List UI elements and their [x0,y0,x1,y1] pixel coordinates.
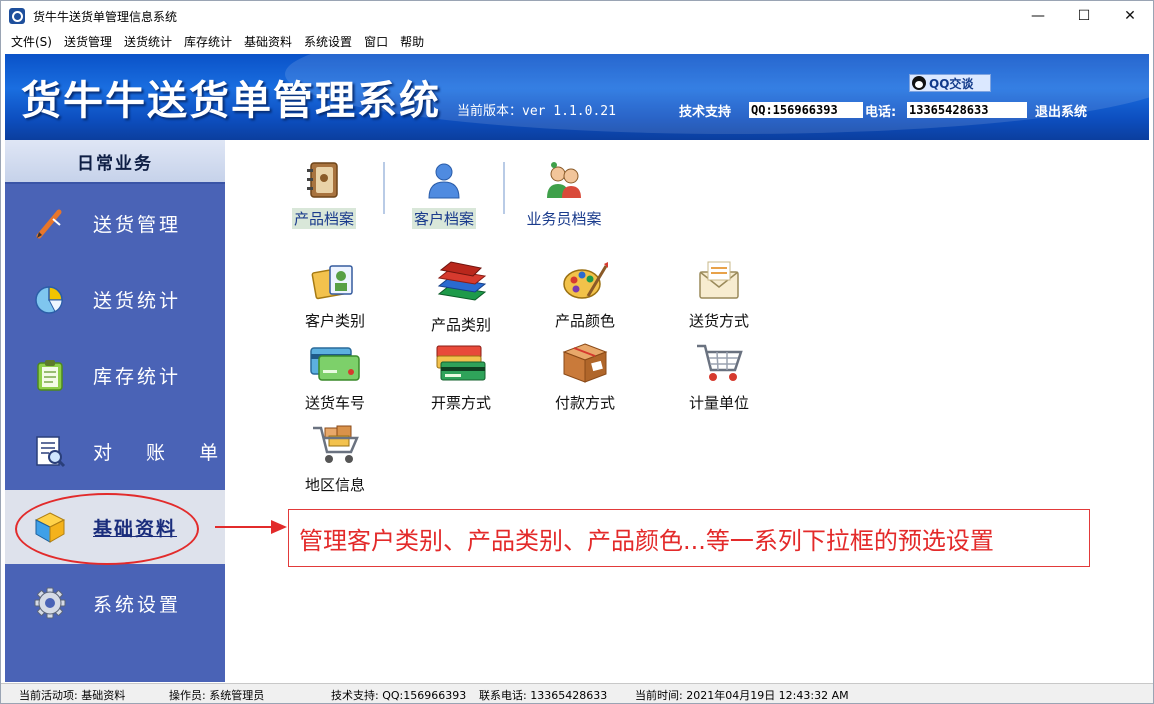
pie-chart-icon [33,282,67,316]
customer-category-button[interactable]: 客户类别 [275,260,395,331]
menu-delivery-statistics[interactable]: 送货统计 [118,32,178,52]
tab-customer-archive[interactable]: 客户档案 [385,160,503,229]
invoice-method-button[interactable]: 开票方式 [401,342,521,413]
sidebar-item-inventory-statistics[interactable]: 库存统计 [5,338,225,412]
menu-help[interactable]: 帮助 [394,32,430,52]
sidebar-item-label: 对 账 单 [93,441,233,464]
grid-item-label: 送货方式 [688,312,749,330]
grid-item-label: 地区信息 [304,476,365,494]
tab-label: 客户档案 [411,208,476,229]
books-icon [433,260,489,310]
tab-label: 产品档案 [291,208,356,229]
status-phone: 联系电话: 13365428633 [479,689,608,702]
shopping-cart-icon [693,342,745,388]
tab-product-archive[interactable]: 产品档案 [265,160,383,229]
envelope-icon [694,260,744,306]
window-title: 货牛牛送货单管理信息系统 [33,9,178,24]
qq-chat-label: QQ交谈 [929,76,974,91]
product-color-button[interactable]: 产品颜色 [525,260,645,331]
status-operator: 操作员: 系统管理员 [169,689,265,702]
grid-item-label: 产品颜色 [554,312,615,330]
tab-salesperson-archive[interactable]: 业务员档案 [505,160,623,229]
sidebar-item-system-settings[interactable]: 系统设置 [5,566,225,640]
annotation-arrow [215,520,287,534]
menu-delivery-management[interactable]: 送货管理 [58,32,118,52]
support-label: 技术支持 [679,105,732,120]
sidebar-item-label: 送货管理 [93,213,182,236]
grid-item-label: 计量单位 [688,394,749,412]
minimize-button[interactable]: — [1015,1,1061,31]
sidebar-item-statement[interactable]: 对 账 单 [5,414,225,488]
delivery-method-button[interactable]: 送货方式 [659,260,779,331]
status-support: 技术支持: QQ:156966393 [331,689,467,702]
support-qq-field: QQ:156966393 [749,102,863,118]
sidebar-header: 日常业务 [5,140,225,184]
grid-item-label: 开票方式 [430,394,491,412]
measurement-unit-button[interactable]: 计量单位 [659,342,779,413]
app-window: 货牛牛送货单管理信息系统 — ☐ ✕ 文件(S) 送货管理 送货统计 库存统计 … [0,0,1154,704]
sidebar-item-label: 库存统计 [93,365,182,388]
grid-item-label: 送货车号 [304,394,365,412]
qq-penguin-icon [912,76,926,90]
phone-label: 电话: [865,105,897,120]
qq-chat-button[interactable]: QQ交谈 [909,74,991,92]
contact-card-icon [310,260,360,306]
header-banner: 货牛牛送货单管理系统 当前版本：ver 1.1.0.21 QQ交谈 技术支持 Q… [5,54,1149,140]
menu-window[interactable]: 窗口 [358,32,394,52]
status-bar: 当前活动项: 基础资料 操作员: 系统管理员 技术支持: QQ:15696639… [1,683,1153,703]
sidebar-item-label: 送货统计 [93,289,182,312]
document-search-icon [33,434,67,468]
palette-icon [560,260,610,306]
annotation-callout: 管理客户类别、产品类别、产品颜色...等一系列下拉框的预选设置 [288,509,1090,567]
title-bar: 货牛牛送货单管理信息系统 — ☐ ✕ [1,1,1153,31]
phone-field: 13365428633 [907,102,1027,118]
sidebar-item-delivery-statistics[interactable]: 送货统计 [5,262,225,336]
grid-item-label: 产品类别 [430,316,491,334]
cart-with-boxes-icon [309,424,361,470]
gear-icon [33,586,67,620]
menu-system-settings[interactable]: 系统设置 [298,32,358,52]
grid-item-label: 付款方式 [554,394,615,412]
region-info-button[interactable]: 地区信息 [275,424,395,495]
sidebar: 日常业务 送货管理 送货统计 库存统计 对 账 单 基础资料 系统设置 [5,140,225,682]
card-icon [307,342,363,388]
menu-basic-data[interactable]: 基础资料 [238,32,298,52]
logout-button[interactable]: 退出系统 [1035,101,1087,120]
close-button[interactable]: ✕ [1107,1,1153,31]
status-time: 当前时间: 2021年04月19日 12:43:32 AM [635,689,849,702]
menu-bar: 文件(S) 送货管理 送货统计 库存统计 基础资料 系统设置 窗口 帮助 [1,32,1153,52]
status-activity: 当前活动项: 基础资料 [19,689,126,702]
address-book-icon [305,160,343,204]
window-controls: — ☐ ✕ [1015,1,1153,31]
banner-title: 货牛牛送货单管理系统 [21,77,441,124]
maximize-button[interactable]: ☐ [1061,1,1107,31]
credit-cards-icon [433,342,489,388]
salesperson-icon [544,160,584,204]
version-text: 当前版本：ver 1.1.0.21 [457,104,616,119]
archive-tabs: 产品档案 客户档案 业务员档案 [265,160,623,229]
delivery-vehicle-button[interactable]: 送货车号 [275,342,395,413]
product-category-button[interactable]: 产品类别 [401,260,521,335]
package-icon [560,342,610,388]
main-content: 产品档案 客户档案 业务员档案 客户类别 产品类别 产品颜色 送货方式 送货车号… [225,140,1149,682]
app-logo-icon [9,8,25,24]
clipboard-icon [33,358,67,392]
pen-icon [33,206,67,240]
sidebar-item-delivery-management[interactable]: 送货管理 [5,186,225,260]
annotation-ellipse [15,493,199,565]
payment-method-button[interactable]: 付款方式 [525,342,645,413]
menu-file[interactable]: 文件(S) [5,32,58,52]
grid-item-label: 客户类别 [304,312,365,330]
users-icon [424,160,464,204]
sidebar-item-label: 系统设置 [93,593,182,616]
menu-inventory-statistics[interactable]: 库存统计 [178,32,238,52]
tab-label: 业务员档案 [526,210,602,228]
